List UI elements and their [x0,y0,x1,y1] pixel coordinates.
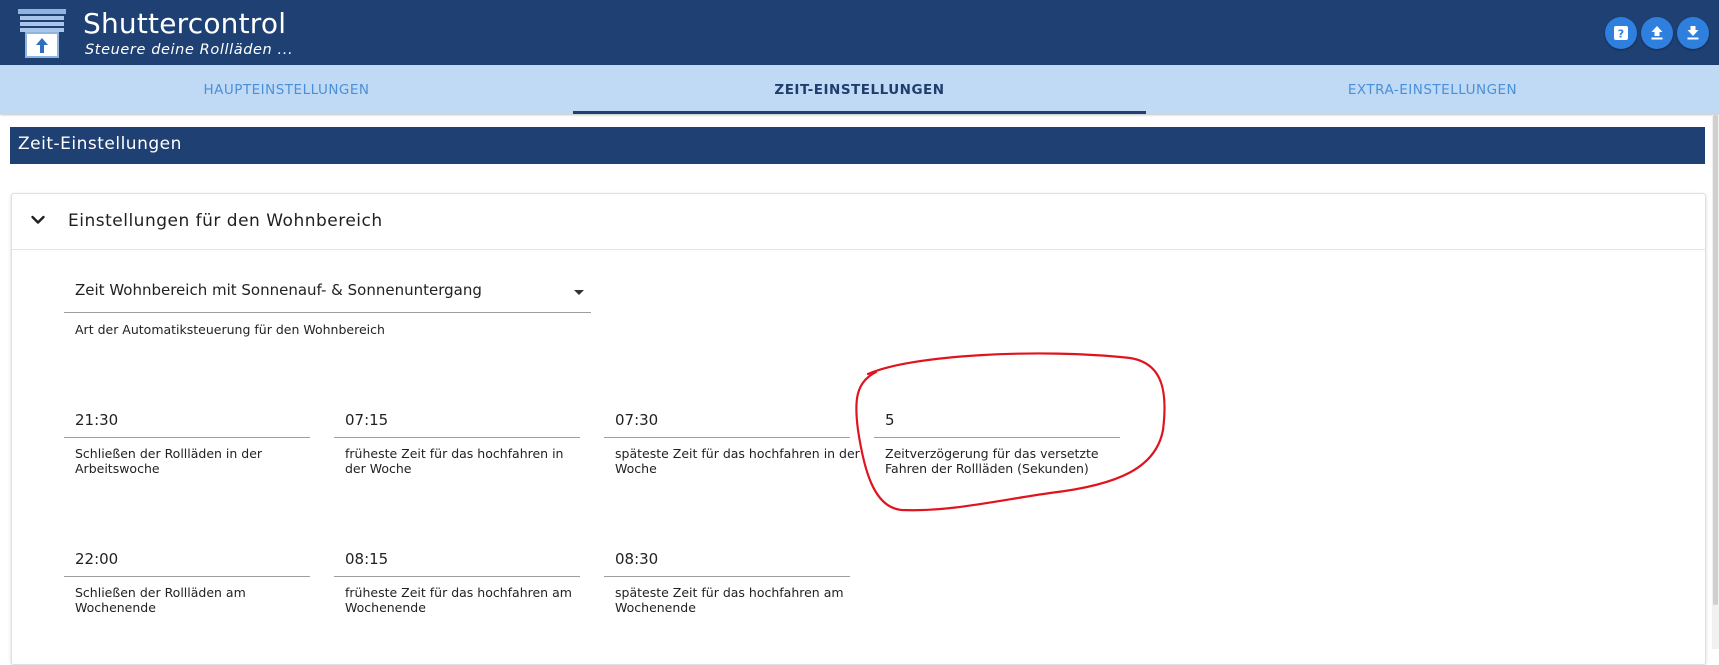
app-title: Shuttercontrol [83,7,287,40]
field-value: 21:30 [75,411,119,429]
upload-button[interactable] [1641,17,1673,49]
scrollbar-thumb[interactable] [1713,115,1718,605]
upload-icon [1651,26,1663,40]
help-icon: ? [1614,26,1628,41]
tab-zeit-einstellungen[interactable]: ZEIT-EINSTELLUNGEN [573,65,1146,114]
tab-label: EXTRA-EINSTELLUNGEN [1347,81,1518,98]
field-value: 08:30 [615,550,659,568]
chevron-down-icon[interactable] [26,208,50,232]
section-title: Zeit-Einstellungen [18,134,182,154]
active-tab-indicator [573,111,1146,114]
earliest-up-weekend-helper: früheste Zeit für das hochfahren am Woch… [345,585,572,615]
section-header: Zeit-Einstellungen [10,127,1705,164]
panel-header[interactable]: Einstellungen für den Wohnbereich [12,194,1705,250]
download-button[interactable] [1677,17,1709,49]
field-value: 07:30 [615,411,659,429]
tab-label: HAUPTEINSTELLUNGEN [203,81,370,98]
select-value: Zeit Wohnbereich mit Sonnenauf- & Sonnen… [75,281,482,299]
close-workweek-helper: Schließen der Rollläden in der Arbeitswo… [75,446,263,476]
download-icon [1687,26,1699,40]
field-value: 07:15 [345,411,389,429]
help-button[interactable]: ? [1605,17,1637,49]
field-value: 22:00 [75,550,119,568]
red-annotation-circle [855,352,1166,512]
earliest-up-week-helper: früheste Zeit für das hochfahren in der … [345,446,564,476]
svg-text:?: ? [1618,28,1624,41]
close-weekend-input[interactable]: 22:00 [64,540,310,577]
latest-up-week-helper: späteste Zeit für das hochfahren in der … [615,446,860,476]
tab-bar: HAUPTEINSTELLUNGEN ZEIT-EINSTELLUNGEN EX… [0,65,1719,114]
latest-up-weekend-input[interactable]: 08:30 [604,540,850,577]
automation-mode-select[interactable]: Zeit Wohnbereich mit Sonnenauf- & Sonnen… [64,272,591,313]
app-header: Shuttercontrol Steuere deine Rollläden .… [0,0,1719,65]
earliest-up-weekend-input[interactable]: 08:15 [334,540,580,577]
tab-haupteinstellungen[interactable]: HAUPTEINSTELLUNGEN [0,65,573,114]
field-value: 08:15 [345,550,389,568]
shutter-logo-icon [18,9,66,58]
earliest-up-week-input[interactable]: 07:15 [334,401,580,438]
close-weekend-helper: Schließen der Rollläden am Wochenende [75,585,246,615]
tab-extra-einstellungen[interactable]: EXTRA-EINSTELLUNGEN [1146,65,1719,114]
latest-up-weekend-helper: späteste Zeit für das hochfahren am Woch… [615,585,844,615]
latest-up-week-input[interactable]: 07:30 [604,401,850,438]
dropdown-arrow-icon[interactable] [574,290,584,295]
tab-label: ZEIT-EINSTELLUNGEN [774,81,945,98]
close-workweek-input[interactable]: 21:30 [64,401,310,438]
select-helper-text: Art der Automatiksteuerung für den Wohnb… [75,322,385,337]
app-subtitle: Steuere deine Rollläden ... [85,42,294,58]
panel-title: Einstellungen für den Wohnbereich [68,211,383,231]
